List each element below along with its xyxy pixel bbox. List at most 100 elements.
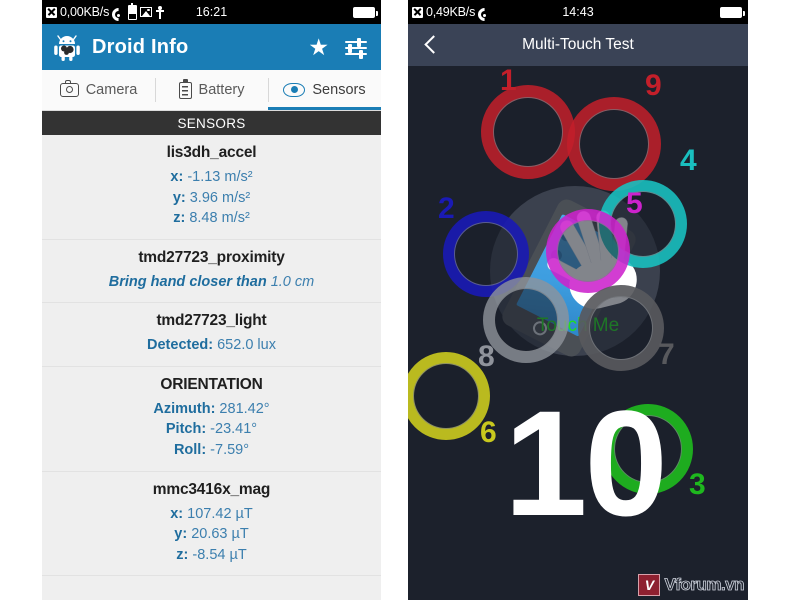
x-box-icon [412,6,423,18]
app-bar: Droid Info ★ [42,24,381,70]
back-chevron-icon[interactable] [420,34,442,56]
network-speed-label: 0,00KB/s [60,5,110,19]
sensor-key: y: [174,526,188,543]
sensor-value-line: Bring hand closer than 1.0 cm [52,272,371,293]
sensor-name: tmd27723_light [156,312,267,330]
touch-ring-8 [483,277,569,363]
touch-ring-label-8: 8 [478,340,495,373]
battery-icon [178,79,192,99]
vibrate-battery-icon [128,2,138,20]
touch-ring-label-2: 2 [438,192,455,225]
status-bar-right: 0,49KB/s 14:43 [408,0,748,24]
sensor-value: 281.42° [215,400,270,417]
sensor-name: tmd27723_proximity [138,248,285,266]
touch-ring-label-6: 6 [480,416,497,449]
watermark: V Vforum.vn [638,574,745,596]
usb-icon [155,5,165,19]
sensor-name: ORIENTATION [160,375,263,393]
eye-icon [283,83,306,97]
sensors-section-header: SENSORS [42,111,381,135]
status-bar-right-icons-left: 0,49KB/s [408,5,491,19]
tab-sensors[interactable]: Sensors [268,70,381,110]
sensor-value-line: y: 20.63 µT [52,524,371,545]
camera-icon [59,80,79,97]
dual-screenshot: 0,00KB/s 16:21 Droid Info ★ Camera Batte… [0,0,800,600]
touch-ring-label-3: 3 [689,468,706,501]
touch-ring-9 [567,97,661,191]
touch-ring-label-4: 4 [680,144,697,177]
watermark-text: Vforum.vn [664,575,745,595]
sensor-value-line: Azimuth: 281.42° [52,399,371,420]
sensor-name: lis3dh_accel [166,144,257,161]
app-title: Droid Info [92,35,189,58]
sensor-value: 20.63 µT [187,526,249,543]
tab-camera[interactable]: Camera [42,70,155,110]
touch-ring-5 [546,209,630,293]
battery-full-icon [353,6,379,18]
image-icon [140,7,153,17]
battery-full-icon [720,6,746,18]
touch-ring-7 [578,285,664,371]
app-bar-actions: ★ [308,35,371,59]
list-empty-area [42,576,381,600]
status-bar-left-icons: 0,00KB/s [42,2,165,20]
sensor-key: Roll: [173,442,207,459]
touch-count-label: 10 [504,379,668,547]
sliders-icon[interactable] [345,37,367,59]
sensor-value: 8.48 m/s² [185,210,250,227]
sensor-value-line: x: -1.13 m/s² [52,167,371,188]
sensor-value-line: y: 3.96 m/s² [52,188,371,209]
list-item[interactable]: ORIENTATION Azimuth: 281.42° Pitch: -23.… [42,366,381,472]
watermark-badge: V [638,574,661,596]
app-bar-right: Multi-Touch Test [408,24,748,66]
right-phone-screen: 0,49KB/s 14:43 Multi-Touch Test Touch Me… [408,0,748,600]
sensor-value: -23.41° [206,421,258,438]
list-item[interactable]: lis3dh_accel x: -1.13 m/s² y: 3.96 m/s² … [42,135,381,240]
sensor-value-line: z: 8.48 m/s² [52,208,371,229]
sensor-name: mmc3416x_mag [152,480,271,498]
sensor-value-line: z: -8.54 µT [52,545,371,566]
tab-bar: Camera Battery Sensors [42,70,381,111]
status-bar-right-icons [720,6,748,18]
page-title: Multi-Touch Test [522,36,634,53]
list-item[interactable]: tmd27723_proximity Bring hand closer tha… [42,239,381,304]
x-box-icon [46,6,57,18]
status-bar-left: 0,00KB/s 16:21 [42,0,381,24]
sensor-value: 1.0 cm [266,273,315,290]
star-icon[interactable]: ★ [308,35,329,59]
tab-sensors-label: Sensors [312,82,366,98]
list-item[interactable]: mmc3416x_mag x: 107.42 µT y: 20.63 µT z:… [42,471,381,577]
sensor-key: z: [173,210,186,227]
list-item[interactable]: tmd27723_light Detected: 652.0 lux [42,303,381,367]
sensor-value-line: Detected: 652.0 lux [52,335,371,356]
sensor-value-line: Roll: -7.59° [52,440,371,461]
tab-battery-label: Battery [198,82,245,98]
tab-battery[interactable]: Battery [155,70,268,110]
status-bar-right-icons [353,6,381,18]
sensor-key: Detected: [147,337,214,354]
sensor-value: -8.54 µT [188,546,247,563]
sensor-value-line: Pitch: -23.41° [52,419,371,440]
touch-ring-label-1: 1 [500,66,517,97]
wifi-icon [478,7,491,18]
sensor-value: -1.13 m/s² [183,169,253,185]
sensor-value: 652.0 lux [213,337,276,354]
sensor-key: Pitch: [165,421,207,438]
sensor-key: Bring hand closer than [108,273,267,290]
touch-ring-label-5: 5 [626,187,643,220]
multi-touch-canvas[interactable]: Touch Me 1 9 4 5 2 8 7 6 3 10 V Vforum.v… [408,66,748,600]
sensor-key: Azimuth: [153,400,216,417]
sensor-value: 107.42 µT [183,505,253,522]
sensor-key: x: [170,505,184,522]
sensor-value: -7.59° [206,442,250,459]
touch-ring-1 [481,85,575,179]
sensor-value-line: x: 107.42 µT [52,504,371,525]
android-robot-icon [52,32,82,62]
left-phone-screen: 0,00KB/s 16:21 Droid Info ★ Camera Batte… [42,0,381,600]
sensor-key: z: [176,546,189,563]
network-speed-label: 0,49KB/s [426,5,476,19]
sensor-key: x: [170,169,184,185]
wifi-icon [112,7,125,18]
touch-ring-label-7: 7 [658,338,675,371]
touch-ring-label-9: 9 [645,69,662,102]
